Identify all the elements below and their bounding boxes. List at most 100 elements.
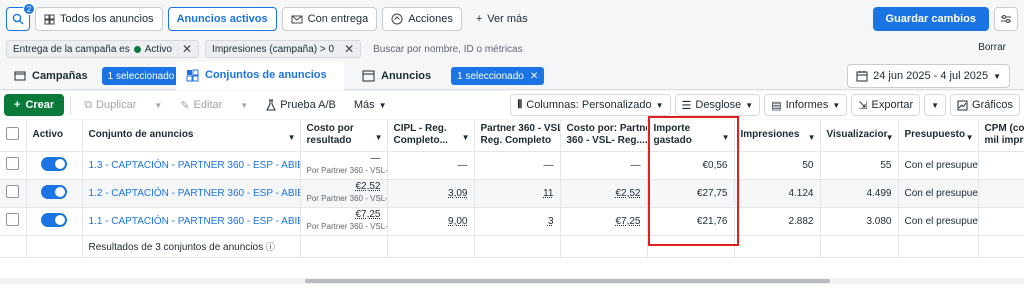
chevron-down-icon[interactable]: ▼ (808, 132, 816, 144)
chevron-down-icon[interactable]: ▼ (966, 132, 974, 144)
adset-name-link[interactable]: 1.3 - CAPTACIÓN - PARTNER 360 - ESP - AB… (89, 160, 300, 171)
empty-cell (26, 235, 83, 258)
clear-filters-link[interactable]: Borrar (978, 42, 1006, 53)
edit-button[interactable]: ✎ Editar (173, 94, 230, 116)
column-header-impressions[interactable]: Impresiones ▼ (734, 120, 821, 152)
table-row[interactable]: 1.2 - CAPTACIÓN - PARTNER 360 - ESP - AB… (0, 179, 1024, 208)
plus-icon: + (475, 13, 483, 25)
duplicate-dropdown[interactable]: ▼ (147, 94, 170, 116)
filter-settings-button[interactable] (994, 7, 1018, 31)
close-icon[interactable]: ✕ (344, 42, 354, 56)
ads-selected-chip[interactable]: 1 seleccionado ✕ (451, 67, 545, 85)
adset-name-link[interactable]: 1.2 - CAPTACIÓN - PARTNER 360 - ESP - AB… (89, 188, 300, 199)
save-changes-button[interactable]: Guardar cambios (872, 7, 989, 31)
chevron-down-icon[interactable]: ▼ (288, 132, 296, 144)
see-more-button[interactable]: + Ver más (467, 7, 537, 31)
export-dropdown[interactable]: ▼ (924, 94, 947, 116)
horizontal-scrollbar-thumb[interactable] (305, 279, 830, 283)
info-icon[interactable]: ⓘ (266, 242, 275, 252)
column-header-adset[interactable]: Conjunto de anuncios ▼ (82, 120, 301, 152)
partner360-cell: 3 (474, 207, 561, 236)
header-label: Reg. Completo (480, 135, 552, 147)
views-cell: 55 (820, 151, 899, 180)
select-all-checkbox[interactable] (6, 126, 19, 140)
active-cell[interactable] (26, 151, 83, 180)
cell-value: Con el presupue... (904, 187, 978, 199)
row-select-cell[interactable] (0, 207, 27, 236)
reports-button[interactable]: ▤ Informes ▼ (764, 94, 848, 116)
row-select-cell[interactable] (0, 151, 27, 180)
table-row[interactable]: 1.1 - CAPTACIÓN - PARTNER 360 - ESP - AB… (0, 207, 1024, 236)
delivery-filter-value: Activo (144, 43, 172, 55)
column-header-cost-per-result[interactable]: Costo por resultado ▼ (300, 120, 388, 152)
date-range-picker[interactable]: 24 jun 2025 - 4 jul 2025 ▼ (847, 64, 1010, 88)
tab-ads[interactable]: Anuncios 1 seleccionado ✕ (352, 62, 554, 90)
column-header-cost-partner360[interactable]: Costo por: Partner 360 - VSL- Reg.... (560, 120, 648, 152)
delivery-filter-chip[interactable]: Entrega de la campaña es Activo ✕ (6, 40, 200, 58)
breakdown-label: Desglose (695, 99, 742, 111)
active-cell[interactable] (26, 179, 83, 208)
active-cell[interactable] (26, 207, 83, 236)
amount-spent-cell: €21,76 (647, 207, 735, 236)
close-icon[interactable]: ✕ (182, 42, 192, 56)
plus-icon: + (14, 99, 21, 111)
row-checkbox[interactable] (6, 213, 19, 226)
adset-name-cell[interactable]: 1.3 - CAPTACIÓN - PARTNER 360 - ESP - AB… (82, 151, 301, 180)
ad-icon (362, 70, 375, 82)
cell-subtext: Por Partner 360 - VSL-... (306, 166, 387, 175)
more-button[interactable]: Más ▼ (346, 94, 394, 116)
duplicate-button[interactable]: ⧉ Duplicar (77, 94, 144, 116)
ab-test-button[interactable]: Prueba A/B (259, 94, 343, 116)
ads-selected-label: 1 seleccionado (457, 70, 524, 82)
charts-button[interactable]: Gráficos (950, 94, 1020, 116)
with-delivery-button[interactable]: Con entrega (281, 7, 378, 31)
all-ads-button[interactable]: Todos los anuncios (35, 7, 163, 31)
row-select-cell[interactable] (0, 179, 27, 208)
active-toggle[interactable] (41, 212, 67, 227)
create-button[interactable]: + Crear (4, 94, 65, 116)
empty-cell (898, 235, 979, 258)
column-header-cpm[interactable]: CPM (comil impre (978, 120, 1024, 152)
impressions-filter-chip[interactable]: Impresiones (campaña) > 0 ✕ (205, 40, 362, 58)
adset-name-cell[interactable]: 1.1 - CAPTACIÓN - PARTNER 360 - ESP - AB… (82, 207, 301, 236)
column-header-partner360[interactable]: Partner 360 - VSL- Reg. Completo (474, 120, 561, 152)
close-icon[interactable]: ✕ (530, 71, 538, 82)
active-ads-button[interactable]: Anuncios activos (167, 7, 277, 31)
cell-value: — (543, 159, 554, 171)
columns-button[interactable]: ⦀ Columnas: Personalizado ▼ (510, 94, 671, 116)
edit-dropdown[interactable]: ▼ (233, 94, 256, 116)
grid-icon (44, 14, 55, 24)
tab-campaigns[interactable]: Campañas 1 seleccionado ✕ (4, 62, 205, 90)
column-header-active[interactable]: Activo (26, 120, 83, 152)
upload-circle-icon (391, 13, 403, 25)
adset-name-cell[interactable]: 1.2 - CAPTACIÓN - PARTNER 360 - ESP - AB… (82, 179, 301, 208)
column-header-views[interactable]: Visualizacior ▼ (820, 120, 899, 152)
header-label: Costo por (306, 123, 354, 135)
table-row[interactable]: 1.3 - CAPTACIÓN - PARTNER 360 - ESP - AB… (0, 151, 1024, 180)
column-header-cipl[interactable]: CIPL - Reg. Completo... ▼ (387, 120, 475, 152)
select-all-header[interactable] (0, 120, 27, 152)
adset-name-link[interactable]: 1.1 - CAPTACIÓN - PARTNER 360 - ESP - AB… (89, 216, 300, 227)
search-input[interactable]: Buscar por nombre, ID o métricas (373, 44, 523, 55)
breakdown-button[interactable]: ☰ Desglose ▼ (674, 94, 761, 116)
actions-label: Acciones (408, 13, 453, 25)
chevron-down-icon[interactable]: ▼ (462, 132, 470, 144)
header-label: Impresiones (740, 129, 800, 141)
active-toggle[interactable] (41, 156, 67, 171)
empty-cell (820, 235, 899, 258)
row-checkbox[interactable] (6, 157, 19, 170)
create-label: Crear (25, 99, 55, 111)
cpm-cell (978, 207, 1024, 236)
chevron-down-icon[interactable]: ▼ (375, 132, 383, 144)
row-checkbox[interactable] (6, 185, 19, 198)
column-header-budget[interactable]: Presupuesto ▼ (898, 120, 979, 152)
chevron-down-icon[interactable]: ▼ (886, 132, 894, 144)
chevron-down-icon[interactable]: ▼ (722, 132, 730, 144)
actions-button[interactable]: Acciones (382, 7, 462, 31)
search-filter-button[interactable]: 2 (6, 3, 35, 31)
export-button[interactable]: ⇲ Exportar (851, 94, 921, 116)
active-toggle[interactable] (41, 184, 67, 199)
column-header-amount-spent[interactable]: Importe gastado ▼ (647, 120, 735, 152)
date-range-label: 24 jun 2025 - 4 jul 2025 (873, 70, 989, 82)
tab-adsets[interactable]: Conjuntos de anuncios (176, 62, 344, 90)
